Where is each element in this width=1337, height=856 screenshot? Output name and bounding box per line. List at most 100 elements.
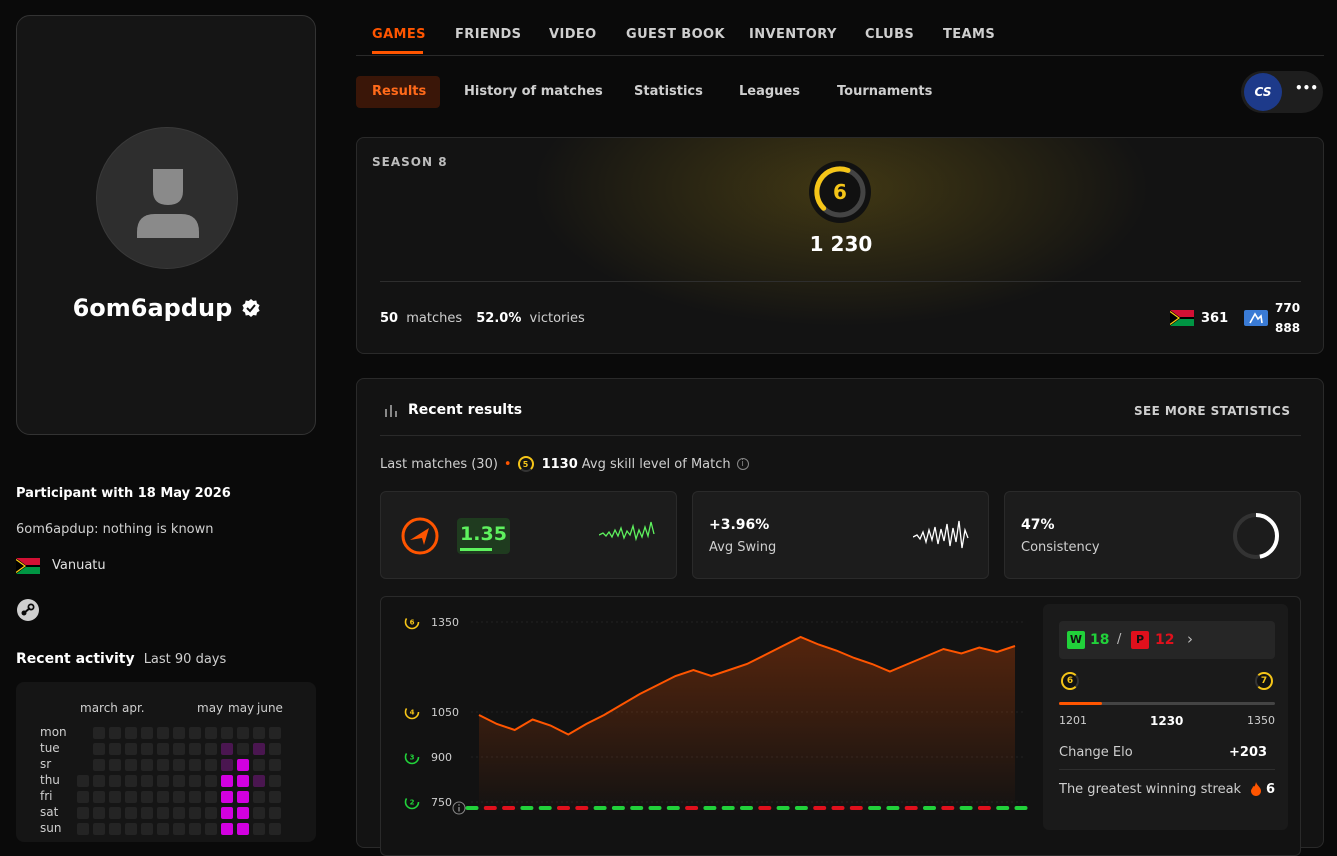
subtab-leagues[interactable]: Leagues — [739, 84, 800, 99]
chart-info-icon[interactable] — [452, 801, 466, 815]
activity-cell[interactable] — [77, 791, 89, 803]
activity-cell[interactable] — [189, 775, 201, 787]
activity-cell[interactable] — [269, 743, 281, 755]
activity-cell[interactable] — [109, 807, 121, 819]
activity-cell[interactable] — [253, 775, 265, 787]
activity-cell[interactable] — [77, 807, 89, 819]
subtab-history[interactable]: History of matches — [464, 84, 603, 99]
activity-cell[interactable] — [157, 759, 169, 771]
activity-cell[interactable] — [141, 775, 153, 787]
activity-cell[interactable] — [269, 759, 281, 771]
activity-cell[interactable] — [125, 743, 137, 755]
activity-cell[interactable] — [237, 823, 249, 835]
activity-cell[interactable] — [173, 743, 185, 755]
subtab-statistics[interactable]: Statistics — [634, 84, 703, 99]
activity-cell[interactable] — [125, 759, 137, 771]
chevron-right-icon[interactable]: › — [1187, 630, 1193, 648]
activity-cell[interactable] — [269, 791, 281, 803]
activity-cell[interactable] — [253, 823, 265, 835]
activity-cell[interactable] — [93, 791, 105, 803]
activity-cell[interactable] — [221, 823, 233, 835]
activity-cell[interactable] — [157, 743, 169, 755]
activity-cell[interactable] — [253, 807, 265, 819]
activity-cell[interactable] — [237, 775, 249, 787]
activity-cell[interactable] — [237, 759, 249, 771]
activity-cell[interactable] — [141, 759, 153, 771]
activity-cell[interactable] — [93, 759, 105, 771]
activity-cell[interactable] — [141, 807, 153, 819]
activity-cell[interactable] — [253, 727, 265, 739]
activity-cell[interactable] — [173, 727, 185, 739]
subtab-results[interactable]: Results — [372, 84, 426, 99]
activity-cell[interactable] — [205, 775, 217, 787]
activity-cell[interactable] — [173, 775, 185, 787]
activity-cell[interactable] — [109, 823, 121, 835]
see-more-statistics-link[interactable]: SEE MORE STATISTICS — [1134, 404, 1290, 418]
activity-cell[interactable] — [109, 775, 121, 787]
activity-cell[interactable] — [189, 823, 201, 835]
activity-cell[interactable] — [109, 759, 121, 771]
activity-cell[interactable] — [125, 791, 137, 803]
activity-cell[interactable] — [141, 743, 153, 755]
activity-cell[interactable] — [253, 791, 265, 803]
activity-cell[interactable] — [189, 791, 201, 803]
activity-cell[interactable] — [205, 807, 217, 819]
activity-cell[interactable] — [173, 791, 185, 803]
activity-cell[interactable] — [205, 759, 217, 771]
game-switcher[interactable]: CS ••• — [1241, 71, 1323, 113]
activity-cell[interactable] — [125, 823, 137, 835]
activity-cell[interactable] — [93, 807, 105, 819]
activity-cell[interactable] — [205, 727, 217, 739]
activity-cell[interactable] — [189, 727, 201, 739]
activity-cell[interactable] — [221, 743, 233, 755]
activity-cell[interactable] — [221, 807, 233, 819]
activity-cell[interactable] — [221, 759, 233, 771]
activity-cell[interactable] — [77, 823, 89, 835]
tab-inventory[interactable]: INVENTORY — [749, 27, 837, 42]
activity-cell[interactable] — [269, 727, 281, 739]
activity-cell[interactable] — [173, 823, 185, 835]
activity-cell[interactable] — [93, 743, 105, 755]
info-icon[interactable]: i — [737, 458, 749, 470]
tab-guest-book[interactable]: GUEST BOOK — [626, 27, 725, 42]
tab-clubs[interactable]: CLUBS — [865, 27, 914, 42]
activity-cell[interactable] — [253, 743, 265, 755]
activity-cell[interactable] — [237, 791, 249, 803]
activity-cell[interactable] — [157, 775, 169, 787]
activity-cell[interactable] — [93, 727, 105, 739]
tab-friends[interactable]: FRIENDS — [455, 27, 521, 42]
activity-cell[interactable] — [77, 775, 89, 787]
activity-cell[interactable] — [141, 823, 153, 835]
activity-cell[interactable] — [141, 727, 153, 739]
activity-cell[interactable] — [109, 743, 121, 755]
activity-cell[interactable] — [93, 823, 105, 835]
activity-cell[interactable] — [237, 743, 249, 755]
activity-cell[interactable] — [189, 743, 201, 755]
tab-games[interactable]: GAMES — [372, 27, 426, 42]
avatar[interactable] — [96, 127, 238, 269]
activity-cell[interactable] — [237, 727, 249, 739]
activity-cell[interactable] — [221, 791, 233, 803]
activity-cell[interactable] — [269, 807, 281, 819]
activity-cell[interactable] — [221, 775, 233, 787]
activity-cell[interactable] — [141, 791, 153, 803]
win-loss-box[interactable]: W 18 / P 12 › — [1059, 621, 1275, 659]
activity-cell[interactable] — [109, 791, 121, 803]
activity-cell[interactable] — [205, 791, 217, 803]
activity-cell[interactable] — [157, 823, 169, 835]
activity-cell[interactable] — [173, 759, 185, 771]
activity-cell[interactable] — [157, 727, 169, 739]
activity-cell[interactable] — [157, 807, 169, 819]
activity-cell[interactable] — [221, 727, 233, 739]
tab-teams[interactable]: TEAMS — [943, 27, 995, 42]
activity-cell[interactable] — [125, 775, 137, 787]
activity-cell[interactable] — [269, 823, 281, 835]
activity-cell[interactable] — [189, 759, 201, 771]
steam-icon[interactable] — [16, 598, 40, 622]
activity-cell[interactable] — [205, 743, 217, 755]
activity-cell[interactable] — [253, 759, 265, 771]
activity-cell[interactable] — [157, 791, 169, 803]
activity-cell[interactable] — [93, 775, 105, 787]
activity-cell[interactable] — [125, 727, 137, 739]
activity-cell[interactable] — [237, 807, 249, 819]
